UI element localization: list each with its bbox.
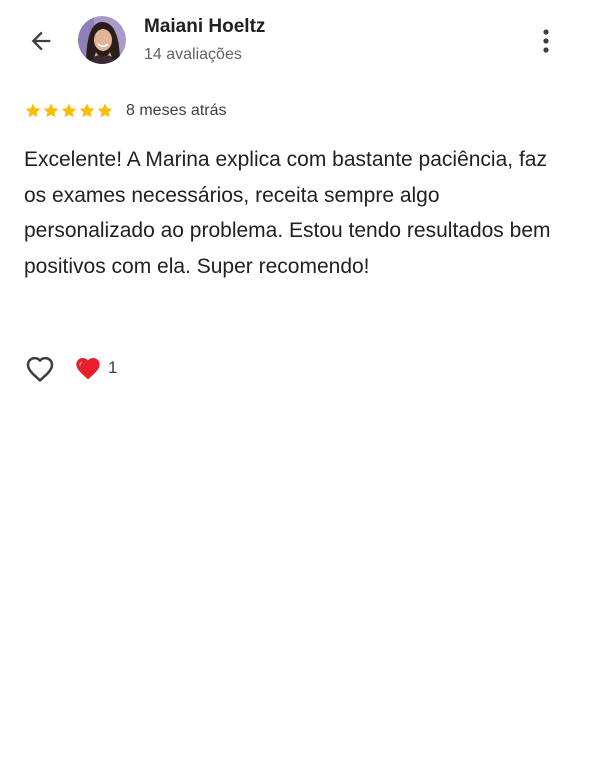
reaction-summary[interactable]: 1 — [74, 355, 117, 381]
star-icon — [25, 103, 41, 118]
back-button[interactable] — [22, 22, 60, 60]
heart-outline-icon — [26, 356, 54, 382]
user-name[interactable]: Maiani Hoeltz — [144, 16, 265, 38]
rating-row: 8 meses atrás — [24, 100, 226, 122]
more-options-button[interactable] — [530, 22, 562, 60]
arrow-back-icon — [31, 31, 51, 51]
review-text: Excelente! A Marina explica com bastante… — [24, 148, 551, 278]
star-rating — [24, 102, 114, 120]
red-heart-icon — [76, 357, 100, 380]
star-icon — [61, 103, 77, 118]
avatar[interactable] — [78, 16, 126, 64]
reactions-row: 1 — [24, 352, 117, 384]
more-vert-icon — [543, 29, 549, 53]
user-review-count: 14 avaliações — [144, 46, 242, 63]
star-icon — [43, 103, 59, 118]
review-time: 8 meses atrás — [126, 102, 227, 119]
reaction-count: 1 — [108, 358, 118, 377]
star-icon — [97, 103, 113, 118]
star-icon — [79, 103, 95, 118]
review-header: Maiani Hoeltz 14 avaliações — [0, 0, 589, 90]
like-button[interactable] — [24, 352, 56, 384]
